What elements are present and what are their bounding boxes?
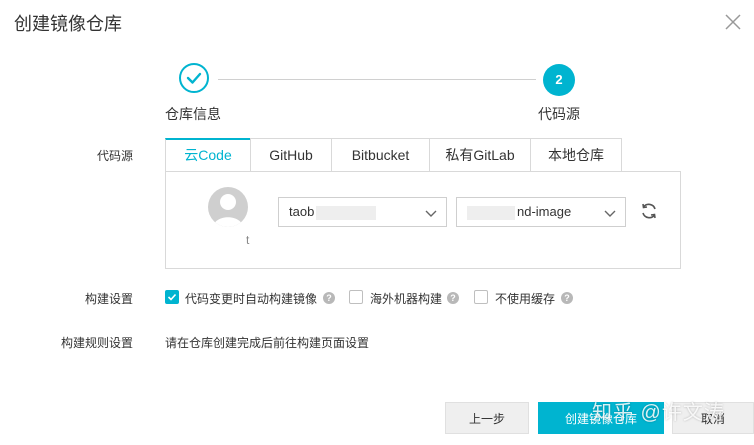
account-name: t: [246, 233, 250, 247]
check-icon: [186, 72, 202, 84]
tab-yun-code[interactable]: 云Code: [165, 138, 251, 171]
step-2-indicator: 2: [543, 64, 575, 96]
no-cache-checkbox[interactable]: [474, 290, 488, 304]
namespace-select[interactable]: taob: [278, 197, 447, 227]
step-2-label: 代码源: [538, 106, 580, 122]
overseas-build-label: 海外机器构建: [370, 292, 443, 306]
help-icon[interactable]: ?: [323, 292, 335, 304]
repo-select[interactable]: nd-image: [456, 197, 626, 227]
step-1-indicator: [179, 63, 209, 93]
help-icon[interactable]: ?: [447, 292, 459, 304]
build-rules-label: 构建规则设置: [60, 336, 133, 350]
avatar: [208, 187, 248, 227]
chevron-down-icon: [425, 210, 437, 217]
build-settings-label: 构建设置: [84, 292, 133, 306]
step-connector: [218, 79, 536, 80]
step-1-label: 仓库信息: [165, 106, 221, 122]
source-tabs: 云Code GitHub Bitbucket 私有GitLab 本地仓库: [165, 138, 622, 172]
no-cache-label: 不使用缓存: [495, 292, 556, 306]
code-source-label: 代码源: [96, 149, 133, 163]
tab-bitbucket[interactable]: Bitbucket: [331, 138, 430, 171]
tab-local-repo[interactable]: 本地仓库: [530, 138, 622, 171]
close-icon[interactable]: [723, 12, 743, 32]
chevron-down-icon: [604, 210, 616, 217]
prev-step-button[interactable]: 上一步: [445, 402, 529, 434]
redacted-text: [316, 205, 377, 220]
redacted-text: [467, 205, 515, 220]
auto-build-label: 代码变更时自动构建镜像: [185, 292, 318, 306]
watermark: 知乎 @许文涛: [592, 402, 725, 424]
overseas-build-checkbox[interactable]: [349, 290, 363, 304]
dialog-title: 创建镜像仓库: [14, 14, 122, 34]
help-icon[interactable]: ?: [561, 292, 573, 304]
namespace-select-value: taob: [289, 204, 315, 219]
build-rules-hint: 请在仓库创建完成后前往构建页面设置: [165, 336, 370, 350]
refresh-icon[interactable]: [638, 200, 660, 222]
auto-build-checkbox[interactable]: [165, 290, 179, 304]
tab-github[interactable]: GitHub: [250, 138, 332, 171]
repo-select-value: nd-image: [517, 204, 572, 219]
check-icon: [167, 293, 177, 301]
tab-private-gitlab[interactable]: 私有GitLab: [429, 138, 531, 171]
user-icon: [213, 194, 243, 227]
